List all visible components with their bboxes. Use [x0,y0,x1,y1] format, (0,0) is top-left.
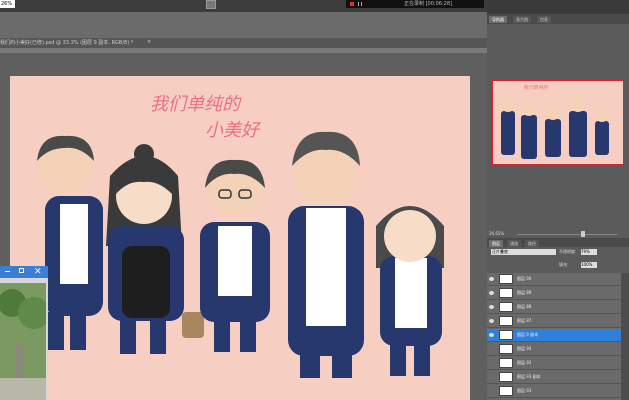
navigator-zoom-row: 26.65% [487,230,629,238]
tab-channels[interactable]: 通道 [507,240,521,247]
pause-icon[interactable] [358,2,362,6]
layer-row[interactable]: 图层 9 副本 [487,329,621,342]
minimize-icon[interactable] [5,271,10,272]
layer-name: 图层 93 副本 [517,374,541,379]
opacity-label: 不透明度: [559,249,577,254]
ruler [0,48,487,53]
layer-thumbnail [499,344,513,354]
panel-dock-header [487,0,629,14]
layers-list: 图层 90 图层 89 图层 88 图层 87 图层 9 副本 图层 94 图层 92 图层 … [487,273,621,400]
layer-name: 图层 90 [517,276,532,281]
document-tab-label: 我们的小美好(已修).psd @ 33.3% (图层 9 副本, RGB/8) … [0,40,134,46]
window-title-bar[interactable]: ✕ [0,266,48,278]
options-bar [0,12,487,38]
layer-name: 图层 87 [517,318,532,323]
close-icon[interactable]: ✕ [34,266,42,278]
preview-thumbnail [501,96,609,159]
photo-image [0,283,46,400]
zoom-slider-handle[interactable] [581,231,585,237]
layer-row[interactable]: 图层 93 [487,385,621,398]
tab-layers[interactable]: 图层 [489,240,503,247]
photo-preview [0,283,46,400]
layer-name: 图层 94 [517,346,532,351]
character-girl-backpack [106,144,204,354]
layer-thumbnail [499,274,513,284]
tab-histogram[interactable]: 直方图 [513,16,531,23]
tab-info[interactable]: 信息 [537,16,551,23]
eye-icon[interactable] [489,277,494,281]
floating-image-window[interactable]: ✕ [0,266,48,400]
zoom-slider[interactable] [517,234,617,235]
layers-scrollbar[interactable] [621,273,629,400]
layer-name: 图层 92 [517,360,532,365]
layer-name: 图层 9 副本 [517,332,539,337]
zoom-indicator[interactable]: 26% [0,0,15,8]
layer-row[interactable]: 图层 94 [487,343,621,356]
layer-options: 正片叠底 不透明度: 79% 填充: 100% [487,247,629,273]
close-icon[interactable]: × [147,39,151,45]
opacity-field[interactable]: 79% [581,249,597,255]
eye-icon[interactable] [489,333,494,337]
stop-icon[interactable] [350,2,354,6]
layer-thumbnail [499,386,513,396]
layer-thumbnail [499,302,513,312]
layer-thumbnail [499,288,513,298]
fill-field[interactable]: 100% [581,262,597,268]
layers-tabs: 图层 通道 路径 [487,238,629,247]
character-boy-tall [288,131,364,378]
layer-thumbnail [499,330,513,340]
layer-name: 图层 88 [517,304,532,309]
eye-icon[interactable] [489,305,494,309]
tab-navigator[interactable]: 导航器 [489,16,507,23]
character-boy-glasses [200,159,270,352]
tab-paths[interactable]: 路径 [525,240,539,247]
eye-icon[interactable] [489,319,494,323]
layer-name: 图层 93 [517,388,532,393]
panel-toggle-button[interactable] [206,0,216,9]
eye-icon[interactable] [489,291,494,295]
character-illustration [37,131,444,378]
layer-thumbnail [499,372,513,382]
artboard[interactable]: 我们单纯的 小美好 [10,76,470,400]
layer-row[interactable]: 图层 88 [487,301,621,314]
zoom-percentage[interactable]: 26.65% [489,231,504,236]
blend-mode-select[interactable]: 正片叠底 [491,249,556,255]
navigator-tabs: 导航器 直方图 信息 [487,14,629,24]
recording-status: 正在录制 [00:06:28] [404,1,452,7]
layer-row[interactable]: 图层 87 [487,315,621,328]
layer-thumbnail [499,358,513,368]
maximize-icon[interactable] [19,268,24,273]
layer-row[interactable]: 图层 92 [487,357,621,370]
fill-label: 填充: [559,262,569,267]
character-girl-short-hair [376,206,444,376]
layer-name: 图层 89 [517,290,532,295]
recording-bar: 正在录制 [00:06:28] [346,0,484,8]
layer-row[interactable]: 图层 90 [487,273,621,286]
layer-thumbnail [499,316,513,326]
layer-row[interactable]: 图层 93 副本 [487,371,621,384]
document-tab[interactable]: 我们的小美好(已修).psd @ 33.3% (图层 9 副本, RGB/8) … [0,38,487,48]
navigator-preview[interactable]: 我们单纯的 [492,80,624,165]
layer-row[interactable]: 图层 89 [487,287,621,300]
